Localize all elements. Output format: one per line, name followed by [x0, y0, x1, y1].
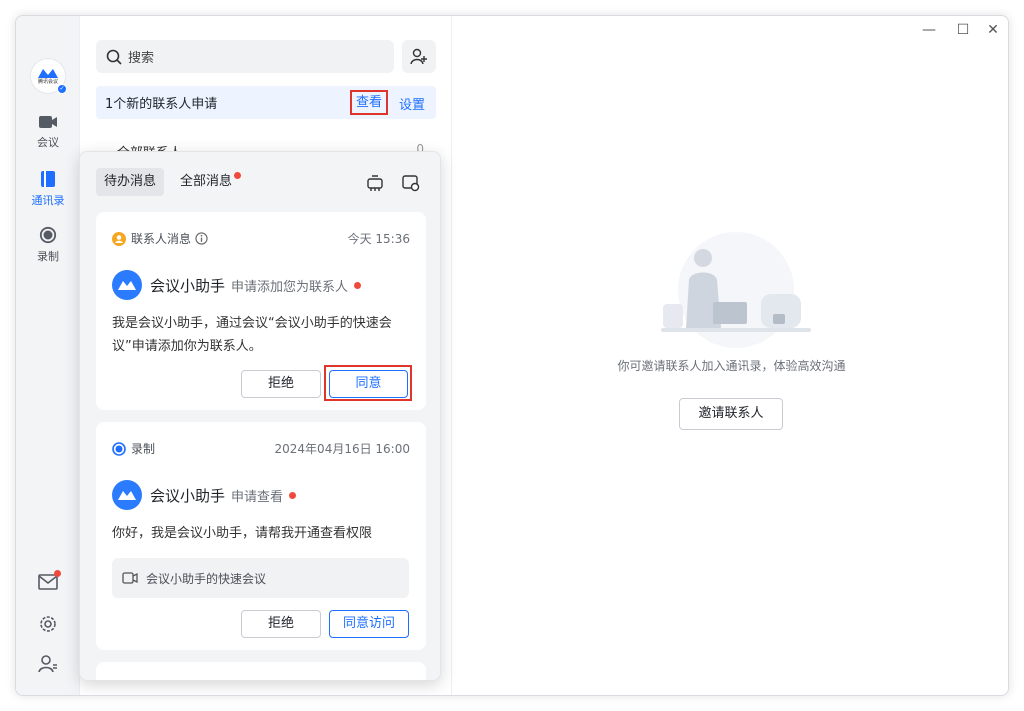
sender-action: 申请添加您为联系人: [231, 279, 349, 295]
card-body: 你好，我是会议小助手，请帮我开通查看权限: [112, 526, 373, 541]
card-header: 联系人消息 今天 15:36: [112, 230, 410, 247]
minimize-icon[interactable]: —: [919, 22, 939, 38]
card-sender: 会议小助手 申请查看: [112, 480, 297, 510]
nav-label-contacts: 通讯录: [31, 194, 65, 207]
nav-label-meetings: 会议: [37, 136, 59, 149]
assistant-avatar-icon: [112, 270, 142, 300]
record-icon: [112, 441, 126, 456]
recording-request-card: 录制 2024年04月16日 16:00 会议小助手 申请查看 你好，我是会议小…: [96, 422, 426, 650]
sender-name: 会议小助手: [150, 276, 226, 295]
address-book-icon: [41, 171, 55, 187]
unread-dot: [54, 570, 61, 577]
settings-button[interactable]: [16, 614, 80, 634]
close-icon[interactable]: ✕: [983, 22, 1003, 38]
message-tabs: 待办消息 全部消息: [96, 168, 248, 196]
card-time: 2024年04月16日 16:00: [274, 442, 410, 456]
brand-text: 腾讯会议: [37, 79, 58, 85]
empty-state-text: 你可邀请联系人加入通讯录，体验高效沟通: [617, 359, 846, 373]
card-time: 今天 15:36: [347, 232, 410, 246]
card-category: 联系人消息: [131, 232, 192, 246]
maximize-icon[interactable]: ☐: [953, 22, 973, 38]
mark-read-button[interactable]: [366, 174, 384, 196]
accept-button[interactable]: 同意: [329, 370, 408, 398]
reject-button[interactable]: 拒绝: [241, 610, 321, 638]
tab-all-label: 全部消息: [180, 174, 233, 189]
card-body: 我是会议小助手，通过会议“会议小助手的快速会议”申请添加你为联系人。: [112, 316, 392, 354]
user-switch-icon: [38, 655, 57, 673]
right-pane: — ☐ ✕ 你可邀请联系人加入通讯录，体验高效沟通 邀请联系人: [453, 16, 1008, 695]
search-input[interactable]: 搜索: [96, 40, 394, 73]
tab-pending[interactable]: 待办消息: [96, 168, 165, 196]
meeting-reference[interactable]: 会议小助手的快速会议: [112, 558, 409, 598]
assistant-avatar-icon: [112, 480, 142, 510]
search-placeholder: 搜索: [128, 51, 155, 66]
avatar[interactable]: 腾讯会议 ✓: [30, 58, 67, 94]
sender-action: 申请查看: [231, 489, 284, 505]
nav-item-meetings[interactable]: 会议: [16, 114, 80, 150]
user-switch-button[interactable]: [16, 654, 80, 674]
record-icon: [39, 226, 57, 244]
request-settings-link[interactable]: 设置: [399, 94, 425, 113]
nav-item-contacts[interactable]: 通讯录: [16, 170, 80, 208]
search-icon: [106, 49, 122, 65]
broom-icon: [367, 175, 383, 191]
unread-dot: [354, 281, 362, 289]
card-header: 录制 2024年04月16日 16:00: [112, 440, 410, 457]
grant-access-button[interactable]: 同意访问: [329, 610, 409, 638]
verified-icon: ✓: [57, 84, 67, 94]
nav-label-recordings: 录制: [37, 250, 59, 263]
meeting-name: 会议小助手的快速会议: [146, 571, 267, 586]
card-sender: 会议小助手 申请添加您为联系人: [112, 270, 362, 300]
gear-icon: [402, 175, 420, 192]
empty-state-illustration: [661, 232, 811, 348]
contact-request-bar: 1个新的联系人申请 查看 设置: [96, 86, 436, 119]
info-icon[interactable]: [195, 232, 208, 245]
contact-message-icon: [112, 231, 126, 246]
card-category: 录制: [131, 442, 156, 456]
gear-icon: [40, 616, 56, 632]
tab-pending-label: 待办消息: [104, 174, 157, 189]
add-contact-button[interactable]: [402, 40, 436, 73]
mail-button[interactable]: [16, 570, 80, 590]
logo-icon: [38, 69, 58, 78]
reject-button[interactable]: 拒绝: [241, 370, 321, 398]
video-camera-icon: [39, 116, 57, 128]
add-user-icon: [410, 48, 427, 64]
video-camera-icon: [122, 572, 138, 584]
app-window: 腾讯会议 ✓ 会议 通讯录 录制 搜索 1个新的联系人申请 查看 设置 0 — …: [15, 15, 1009, 696]
message-card-partial: [96, 662, 426, 680]
sender-name: 会议小助手: [150, 486, 226, 505]
popup-toolbar: [348, 174, 420, 196]
unread-dot: [289, 491, 297, 499]
message-settings-button[interactable]: [402, 174, 420, 196]
unread-dot: [234, 172, 242, 179]
tab-all-messages[interactable]: 全部消息: [172, 168, 242, 196]
left-rail: 腾讯会议 ✓ 会议 通讯录 录制: [16, 16, 80, 695]
request-text: 1个新的联系人申请: [105, 97, 218, 112]
view-request-link[interactable]: 查看: [350, 90, 389, 115]
message-center-popup: 待办消息 全部消息 联系人消息 今天 15:36 会议小助手 申请添加您为联系人: [79, 151, 441, 681]
nav-item-recordings[interactable]: 录制: [16, 226, 80, 264]
invite-contact-button[interactable]: 邀请联系人: [679, 398, 783, 430]
contact-request-card: 联系人消息 今天 15:36 会议小助手 申请添加您为联系人 我是会议小助手，通…: [96, 212, 426, 410]
